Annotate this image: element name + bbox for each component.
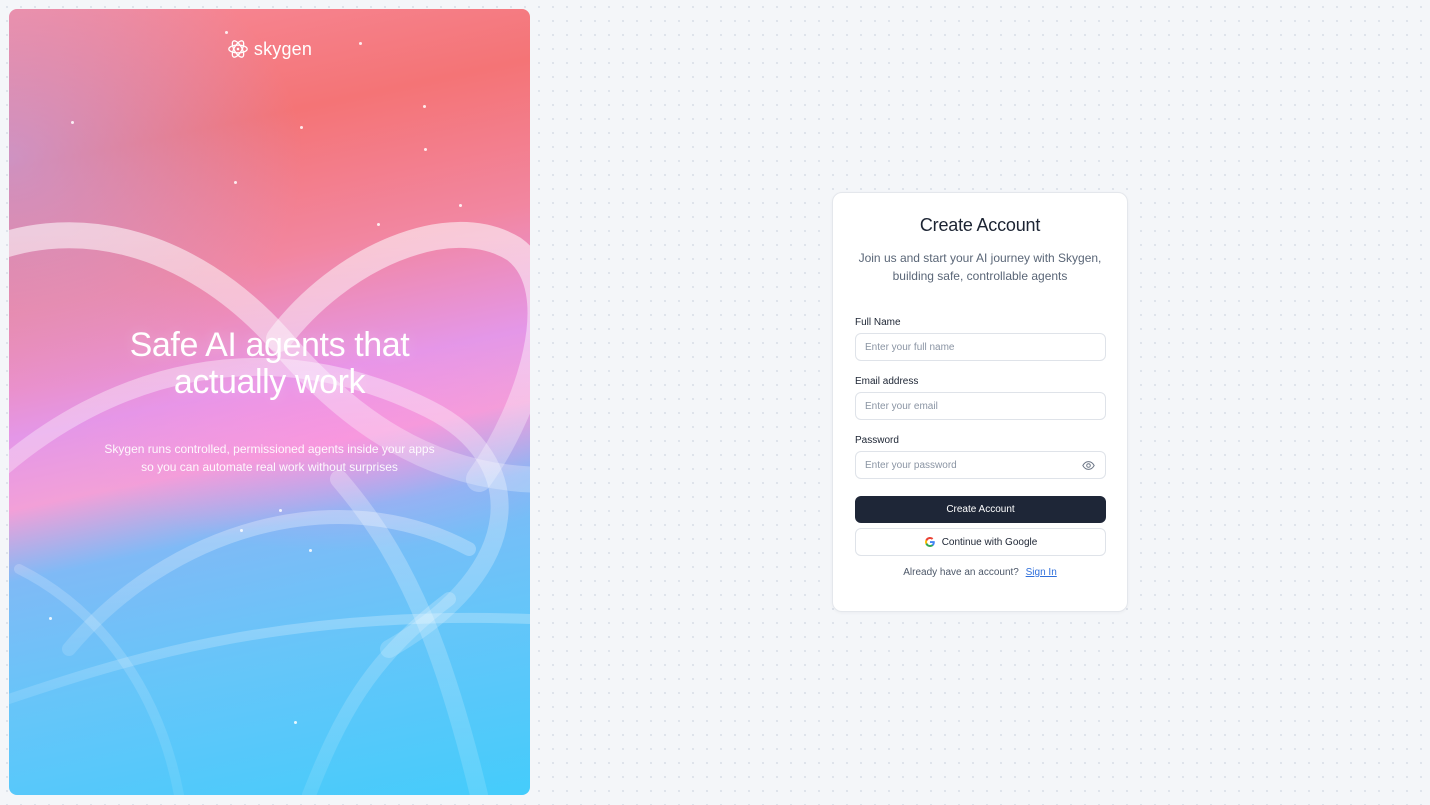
email-label: Email address <box>855 376 919 387</box>
sparkle <box>300 126 303 129</box>
brand-name: skygen <box>253 38 313 59</box>
eye-icon[interactable] <box>1082 459 1095 472</box>
signup-card: Create Account Join us and start your AI… <box>832 192 1128 612</box>
password-input-wrap <box>855 451 1106 479</box>
hero-title-line2: actually work <box>173 363 366 401</box>
hero-panel: skygen Safe AI agents that actually work… <box>9 9 530 795</box>
email-field: Email address <box>855 376 1106 420</box>
signin-prompt-line: Already have an account? Sign In <box>855 567 1105 578</box>
sparkle <box>234 181 237 184</box>
sparkle <box>423 105 426 108</box>
google-signin-button[interactable]: Continue with Google <box>855 528 1106 556</box>
full-name-input[interactable] <box>855 333 1106 361</box>
hero-subtitle: Skygen runs controlled, permissioned age… <box>9 440 530 476</box>
email-input[interactable] <box>855 392 1106 420</box>
hero-subtitle-line1: Skygen runs controlled, permissioned age… <box>104 442 435 456</box>
sparkle <box>49 617 52 620</box>
card-title: Create Account <box>919 215 1041 235</box>
password-input[interactable] <box>855 451 1106 479</box>
signin-prompt: Already have an account? <box>903 567 1019 578</box>
hero-subtitle-line2: so you can automate real work without su… <box>141 460 398 474</box>
atom-logo-icon <box>228 40 248 58</box>
hero-title: Safe AI agents that actually work <box>9 327 530 401</box>
sparkle <box>225 31 228 34</box>
full-name-field: Full Name <box>855 317 1106 361</box>
password-label: Password <box>855 435 899 446</box>
signin-link[interactable]: Sign In <box>1026 567 1057 578</box>
google-icon <box>924 537 935 547</box>
password-field: Password <box>855 435 1106 479</box>
sparkle <box>377 223 380 226</box>
sparkle <box>279 509 282 512</box>
sparkle <box>240 529 243 532</box>
card-subtitle-line1: Join us and start your AI journey with S… <box>858 251 1102 265</box>
brand: skygen <box>9 38 530 60</box>
sparkle <box>71 121 74 124</box>
signup-page: skygen Safe AI agents that actually work… <box>0 0 1430 805</box>
google-button-label: Continue with Google <box>941 536 1038 548</box>
full-name-label: Full Name <box>855 317 901 328</box>
card-subtitle-line2: building safe, controllable agents <box>892 269 1068 283</box>
create-account-button[interactable]: Create Account <box>855 496 1106 523</box>
sparkle <box>459 204 462 207</box>
hero-rings-illustration <box>9 222 530 795</box>
hero-title-line1: Safe AI agents that <box>129 326 410 364</box>
sparkle <box>424 148 427 151</box>
sparkle <box>294 721 297 724</box>
sparkle <box>309 549 312 552</box>
card-subtitle: Join us and start your AI journey with S… <box>855 249 1105 285</box>
